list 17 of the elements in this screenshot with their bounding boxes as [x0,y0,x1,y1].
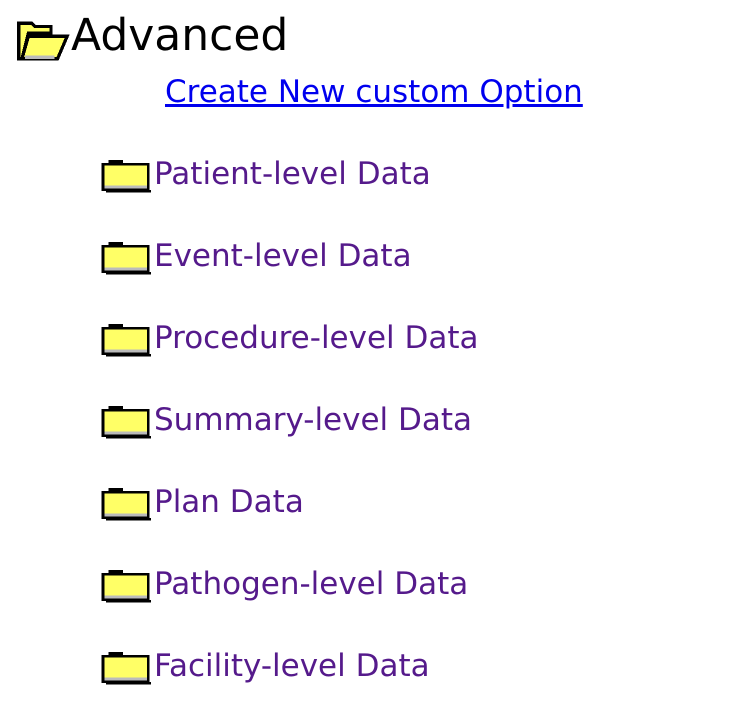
tree-node-label[interactable]: Pathogen-level Data [154,564,468,604]
tree-node-label[interactable]: Summary-level Data [154,400,472,440]
tree-node-label[interactable]: Patient-level Data [154,154,431,194]
folder-icon[interactable] [100,652,154,686]
folder-icon[interactable] [100,324,154,358]
tree-node-label[interactable]: Procedure-level Data [154,318,479,358]
open-folder-icon[interactable] [15,20,71,62]
folder-icon[interactable] [100,242,154,276]
folder-icon[interactable] [100,570,154,604]
folder-icon[interactable] [100,406,154,440]
tree-node-label[interactable]: Plan Data [154,482,304,522]
folder-icon[interactable] [100,160,154,194]
create-option-link[interactable]: Create New custom Option [165,72,583,112]
folder-icon[interactable] [100,488,154,522]
tree-node-label[interactable]: Event-level Data [154,236,412,276]
tree-node-label[interactable]: Facility-level Data [154,646,430,686]
tree-node-label[interactable]: Advanced [71,10,288,62]
